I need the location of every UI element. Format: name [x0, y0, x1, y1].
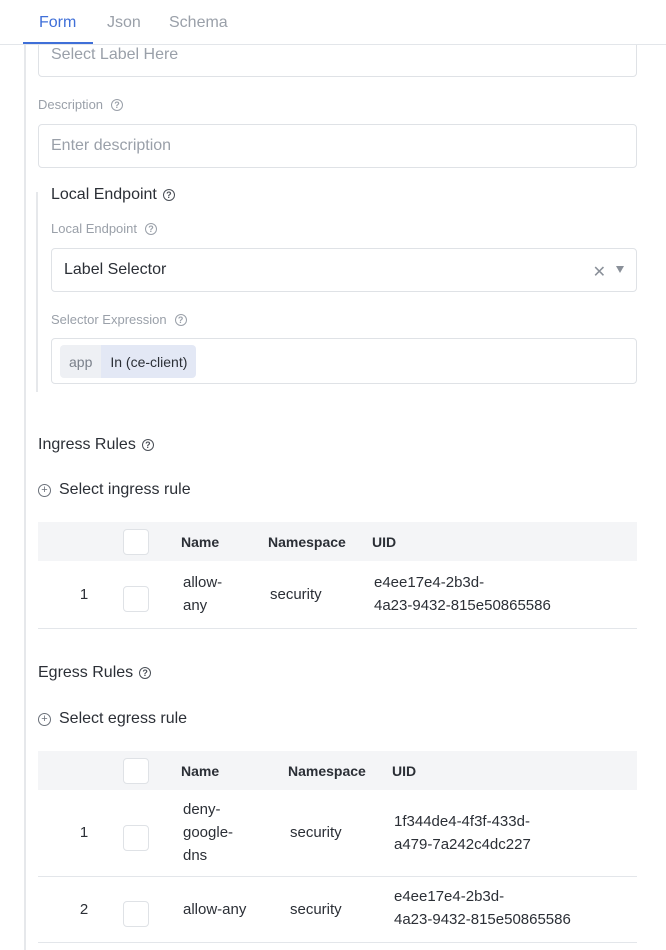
plus-circle-icon: + — [38, 712, 51, 726]
help-icon[interactable]: ? — [139, 667, 152, 679]
tab-json[interactable]: Json — [107, 14, 141, 32]
help-icon[interactable]: ? — [174, 313, 187, 326]
ingress-rules-title-text: Ingress Rules — [38, 436, 136, 453]
column-header-namespace: Namespace — [288, 763, 366, 779]
row-index: 2 — [79, 901, 89, 918]
row-uid-line: e4ee17e4-2b3d- — [374, 574, 485, 591]
selector-expression-label-text: Selector Expression — [51, 312, 167, 327]
row-index: 1 — [79, 586, 89, 603]
select-all-checkbox[interactable] — [123, 758, 149, 784]
description-input[interactable]: Enter description — [38, 124, 637, 168]
table-row: 2 allow-any security e4ee17e4-2b3d- 4a23… — [38, 877, 637, 943]
row-uid: e4ee17e4-2b3d- 4a23-9432-815e50865586 — [394, 885, 571, 931]
column-header-name: Name — [181, 534, 220, 550]
local-endpoint-label: Local Endpoint ? — [51, 221, 158, 236]
plus-circle-icon: + — [38, 483, 51, 497]
select-all-checkbox[interactable] — [123, 529, 149, 555]
row-uid: 1f344de4-4f3f-433d- a479-7a242c4dc227 — [394, 810, 531, 856]
egress-table-header: Name Namespace UID — [38, 751, 637, 790]
table-row: 1 allow- any security e4ee17e4-2b3d- 4a2… — [38, 561, 637, 629]
select-egress-rule-label: Select egress rule — [59, 710, 188, 727]
row-index: 1 — [79, 824, 89, 841]
row-name-line: deny- — [183, 801, 221, 818]
select-egress-rule-button[interactable]: + Select egress rule — [38, 710, 187, 728]
select-ingress-rule-label: Select ingress rule — [59, 481, 191, 498]
help-icon[interactable]: ? — [162, 189, 175, 201]
column-header-name: Name — [181, 763, 220, 779]
row-uid-line: e4ee17e4-2b3d- — [394, 888, 505, 905]
chevron-down-icon[interactable] — [616, 266, 624, 273]
egress-rules-title: Egress Rules ? — [38, 664, 152, 682]
selector-chip[interactable]: app In (ce-client) — [60, 345, 197, 378]
help-icon[interactable]: ? — [141, 439, 154, 451]
label-select-placeholder: Select Label Here — [51, 46, 179, 63]
ingress-table-header: Name Namespace UID — [38, 522, 637, 561]
column-header-namespace: Namespace — [268, 534, 346, 550]
selector-expression-label: Selector Expression ? — [51, 312, 187, 327]
help-icon[interactable]: ? — [111, 98, 124, 111]
row-checkbox[interactable] — [123, 825, 149, 851]
row-name-line: allow- — [183, 574, 223, 591]
description-label: Description ? — [38, 97, 124, 112]
tab-schema[interactable]: Schema — [169, 14, 228, 32]
clear-icon[interactable]: ✕ — [593, 262, 606, 282]
chip-key: app — [60, 345, 102, 378]
row-namespace: security — [270, 586, 322, 603]
column-header-uid: UID — [372, 534, 397, 550]
row-uid-line: a479-7a242c4dc227 — [394, 836, 531, 853]
row-name: allow-any — [183, 901, 247, 918]
select-ingress-rule-button[interactable]: + Select ingress rule — [38, 481, 191, 499]
row-uid-line: 1f344de4-4f3f-433d- — [394, 813, 530, 830]
row-uid-line: 4a23-9432-815e50865586 — [394, 911, 571, 928]
local-endpoint-value: Label Selector — [64, 261, 167, 278]
chip-value: In (ce-client) — [101, 345, 197, 378]
help-icon[interactable]: ? — [145, 222, 158, 235]
row-name-line: google- — [183, 824, 234, 841]
column-header-uid: UID — [392, 763, 417, 779]
description-placeholder: Enter description — [51, 137, 172, 154]
ingress-rules-title: Ingress Rules ? — [38, 436, 154, 454]
tab-form[interactable]: Form — [39, 14, 76, 32]
row-uid: e4ee17e4-2b3d- 4a23-9432-815e50865586 — [374, 571, 551, 617]
row-name-line: dns — [183, 847, 208, 864]
row-uid-line: 4a23-9432-815e50865586 — [374, 597, 551, 614]
description-label-text: Description — [38, 97, 104, 112]
local-endpoint-title: Local Endpoint ? — [51, 186, 175, 204]
tab-bar: Form Json Schema — [0, 0, 666, 45]
row-checkbox[interactable] — [123, 586, 149, 612]
row-name-line: any — [183, 597, 208, 614]
row-checkbox[interactable] — [123, 901, 149, 927]
row-namespace: security — [290, 824, 342, 841]
nested-guide-line — [36, 192, 38, 392]
local-endpoint-label-text: Local Endpoint — [51, 221, 138, 236]
table-row: 1 deny- google- dns security 1f344de4-4f… — [38, 790, 637, 877]
active-tab-indicator — [23, 42, 93, 44]
local-endpoint-select[interactable]: Label Selector ✕ — [51, 248, 637, 292]
egress-rules-title-text: Egress Rules — [38, 664, 134, 681]
selector-expression-input[interactable]: app In (ce-client) — [51, 338, 637, 384]
row-namespace: security — [290, 901, 342, 918]
row-name: allow- any — [183, 571, 222, 617]
form-guide-line — [24, 44, 26, 950]
local-endpoint-title-text: Local Endpoint — [51, 186, 157, 203]
row-name: deny- google- dns — [183, 798, 233, 867]
